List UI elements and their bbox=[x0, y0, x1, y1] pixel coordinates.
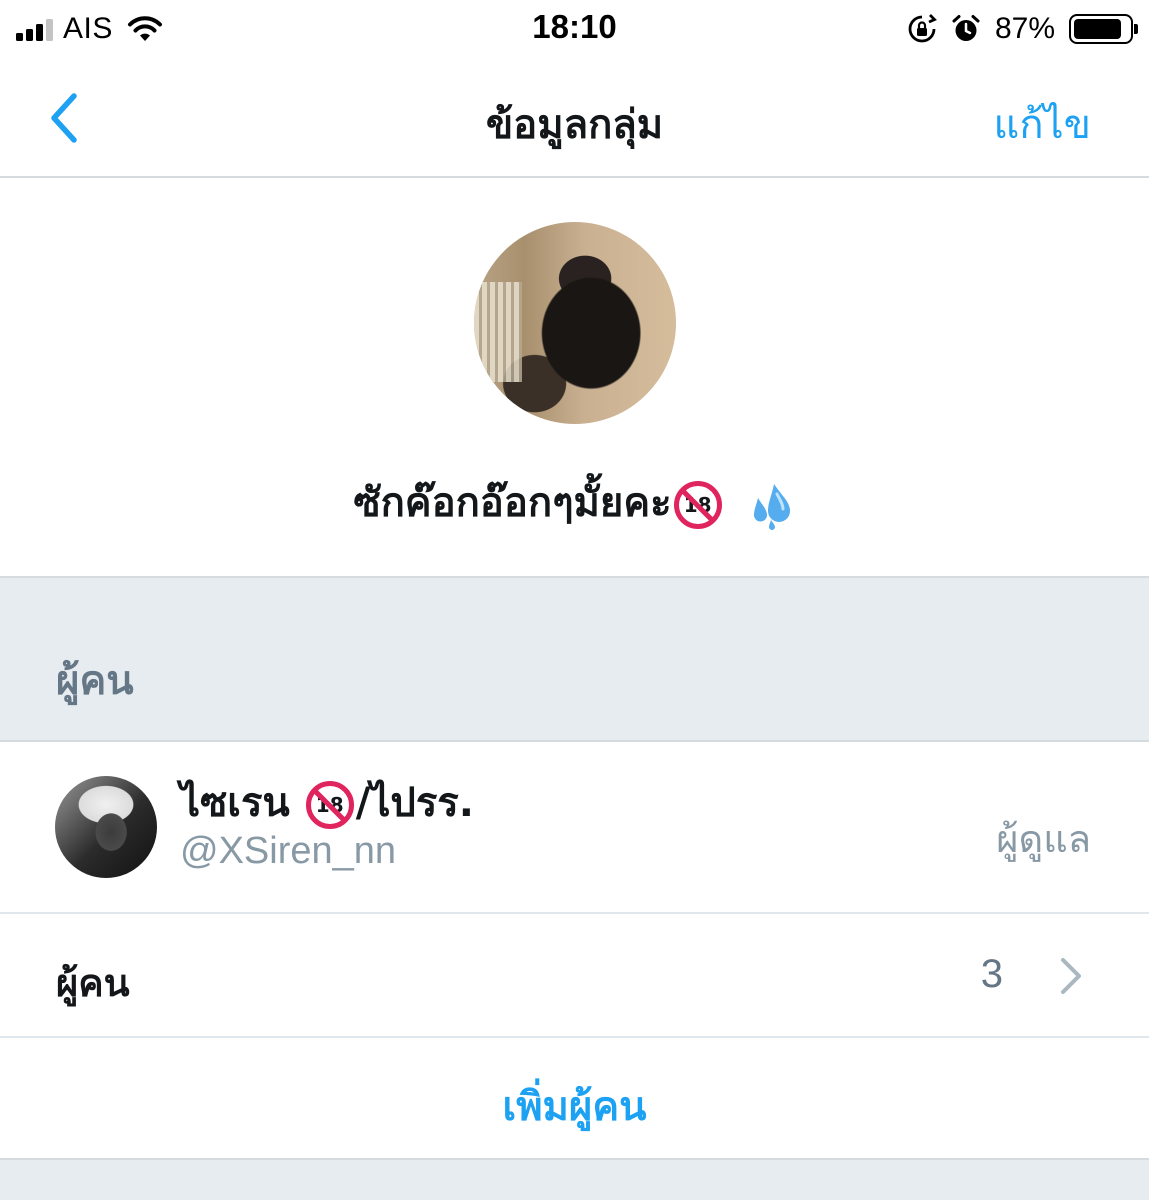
people-row-label: ผู้คน bbox=[56, 961, 130, 1005]
battery-percent: 87% bbox=[994, 12, 1055, 45]
member-list-item[interactable]: ไซเรน 18/ไปรร. @XSiren_nn ผู้ดูแล bbox=[0, 742, 1149, 914]
status-bar-left: AIS bbox=[16, 12, 163, 46]
chevron-right-icon bbox=[1061, 958, 1081, 994]
navigation-bar: ข้อมูลกลุ่ม แก้ไข bbox=[0, 58, 1149, 178]
group-info-screen: AIS 18:10 87% ข้อมูลกลุ่ม แก้ไข ซักค๊อกอ… bbox=[0, 0, 1149, 1200]
member-handle: @XSiren_nn bbox=[180, 830, 397, 872]
people-count-row[interactable]: ผู้คน 3 bbox=[0, 914, 1149, 1038]
add-people-button[interactable]: เพิ่มผู้คน bbox=[0, 1074, 1149, 1138]
clock: 18:10 bbox=[532, 8, 617, 45]
group-avatar[interactable] bbox=[474, 222, 676, 424]
group-header: ซักค๊อกอ๊อกๆมั้ยคะ 18 bbox=[0, 180, 1149, 576]
group-avatar-detail bbox=[474, 282, 522, 382]
orientation-lock-icon bbox=[908, 14, 937, 43]
add-people-row[interactable]: เพิ่มผู้คน bbox=[0, 1038, 1149, 1160]
people-section-header: ผู้คน bbox=[0, 576, 1149, 742]
member-name-suffix: /ไปรร. bbox=[355, 780, 474, 826]
carrier-label: AIS bbox=[63, 12, 113, 45]
group-name: ซักค๊อกอ๊อกๆมั้ยคะ 18 bbox=[0, 470, 1149, 534]
people-count: 3 bbox=[980, 952, 1003, 996]
wifi-icon bbox=[127, 16, 162, 41]
member-avatar[interactable] bbox=[55, 776, 157, 878]
section-title: ผู้คน bbox=[56, 658, 134, 704]
member-name-text: ไซเรน bbox=[180, 780, 290, 826]
group-name-text: ซักค๊อกอ๊อกๆมั้ยคะ bbox=[353, 480, 672, 526]
no-under-18-icon: 18 bbox=[305, 781, 354, 829]
status-bar-right: 87% bbox=[907, 12, 1138, 46]
edit-button[interactable]: แก้ไข bbox=[994, 92, 1091, 156]
no-under-18-icon: 18 bbox=[673, 481, 722, 529]
bottom-background bbox=[0, 1160, 1149, 1200]
member-role-label: ผู้ดูแล bbox=[996, 817, 1091, 861]
battery-level-fill bbox=[1074, 19, 1121, 39]
member-display-name: ไซเรน 18/ไปรร. bbox=[180, 770, 474, 834]
alarm-icon bbox=[952, 15, 980, 41]
sweat-droplets-icon bbox=[753, 484, 790, 530]
page-title: ข้อมูลกลุ่ม bbox=[485, 102, 664, 148]
battery-icon bbox=[1069, 14, 1138, 44]
status-bar: AIS 18:10 87% bbox=[0, 0, 1149, 58]
signal-icon bbox=[16, 17, 53, 41]
